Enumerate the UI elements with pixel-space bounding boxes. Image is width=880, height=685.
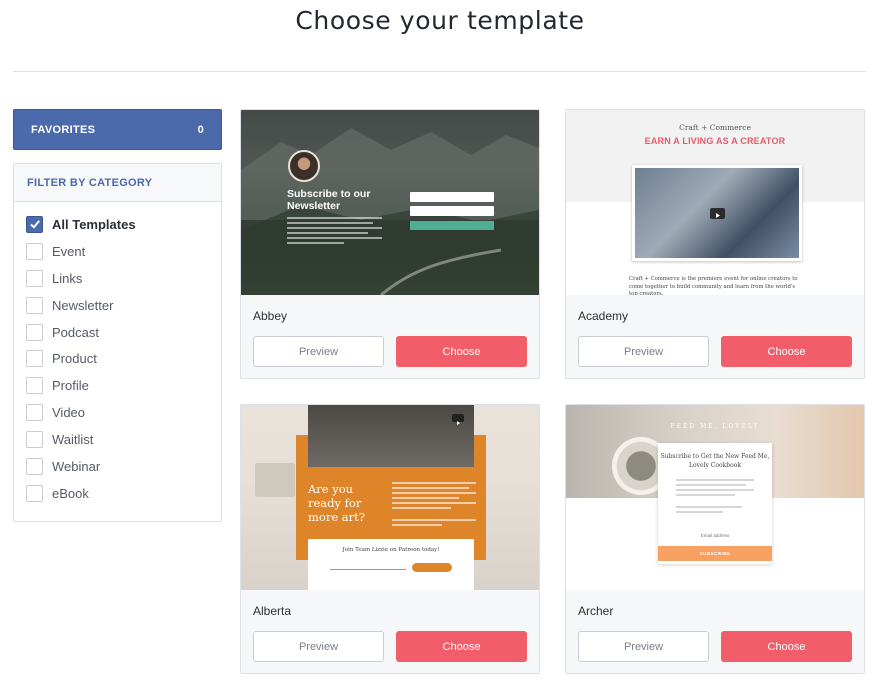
checkbox[interactable] (26, 377, 43, 395)
page-title: Choose your template (295, 6, 585, 35)
category-label: Podcast (52, 324, 99, 340)
category-label: Profile (52, 378, 89, 394)
category-list: All Templates Event Links Newsletter Pod… (14, 202, 221, 507)
thumb-subscribe-button: SUBSCRIBE (658, 546, 772, 561)
thumb-body: Craft + Commerce is the premiere event f… (629, 276, 798, 295)
category-label: eBook (52, 485, 89, 501)
category-event[interactable]: Event (14, 238, 221, 265)
thumb-signup-card: Subscribe to Get the New Feed Me, Lovely… (658, 443, 772, 564)
category-webinar[interactable]: Webinar (14, 453, 221, 480)
preview-button[interactable]: Preview (253, 336, 384, 367)
favorites-label: FAVORITES (31, 123, 96, 136)
preview-button[interactable]: Preview (578, 336, 709, 367)
category-label: Newsletter (52, 297, 114, 313)
avatar (288, 150, 320, 182)
video-thumbnail-image (308, 405, 474, 467)
checkbox[interactable] (26, 242, 43, 260)
thumb-heading: Subscribe to Get the New Feed Me, Lovely… (660, 453, 770, 469)
checkbox[interactable] (26, 404, 43, 422)
template-card-alberta: Are you ready for more art? Join Team Li… (240, 404, 540, 674)
checkbox[interactable] (26, 457, 43, 475)
category-waitlist[interactable]: Waitlist (14, 426, 221, 453)
thumb-body-lines (676, 479, 754, 516)
thumb-signup-form: Join Team Lizzie on Patreon today! (308, 539, 474, 590)
checkbox[interactable] (26, 296, 43, 314)
checkbox[interactable] (26, 323, 43, 341)
template-thumbnail[interactable]: Are you ready for more art? Join Team Li… (241, 405, 539, 590)
category-links[interactable]: Links (14, 265, 221, 292)
thumb-name-field (410, 192, 494, 202)
template-thumbnail[interactable]: Craft + Commerce EARN A LIVING AS A CREA… (566, 110, 864, 295)
category-newsletter[interactable]: Newsletter (14, 292, 221, 319)
laptop-image (255, 463, 295, 497)
check-icon (29, 220, 40, 230)
thumb-body-lines (287, 217, 382, 247)
thumb-submit (410, 221, 494, 230)
checkbox[interactable] (26, 431, 43, 449)
template-card-abbey: Subscribe to our Newsletter Abbey Previe… (240, 109, 540, 379)
choose-button[interactable]: Choose (396, 336, 527, 367)
favorites-button[interactable]: FAVORITES 0 (13, 109, 222, 150)
thumb-brand: FEED ME, LOVELY (670, 423, 760, 430)
thumb-heading: Are you ready for more art? (308, 482, 365, 524)
template-name: Archer (578, 604, 614, 618)
choose-button[interactable]: Choose (721, 631, 852, 662)
play-icon (710, 208, 725, 219)
thumb-email-field (410, 206, 494, 216)
thumb-heading: Subscribe to our Newsletter (287, 188, 371, 212)
thumb-form-input (330, 569, 406, 570)
template-card-academy: Craft + Commerce EARN A LIVING AS A CREA… (565, 109, 865, 379)
choose-button[interactable]: Choose (396, 631, 527, 662)
thumb-form-button (412, 563, 452, 572)
template-card-archer: FEED ME, LOVELY Subscribe to Get the New… (565, 404, 865, 674)
thumb-form-title: Join Team Lizzie on Patreon today! (342, 547, 440, 553)
category-profile[interactable]: Profile (14, 372, 221, 399)
favorites-count: 0 (197, 123, 204, 136)
play-icon (452, 414, 464, 425)
category-product[interactable]: Product (14, 345, 221, 372)
thumb-body-lines (392, 482, 476, 529)
category-label: Product (52, 351, 97, 367)
category-label: Waitlist (52, 432, 94, 448)
category-label: All Templates (52, 216, 136, 232)
category-label: Links (52, 270, 83, 286)
header-divider (13, 71, 866, 72)
checkbox[interactable] (26, 484, 43, 502)
template-name: Abbey (253, 309, 288, 323)
category-label: Webinar (52, 458, 101, 474)
category-all-templates[interactable]: All Templates (14, 211, 221, 238)
template-thumbnail[interactable]: FEED ME, LOVELY Subscribe to Get the New… (566, 405, 864, 590)
thumb-email-field: Email address (700, 533, 730, 538)
checkbox[interactable] (26, 350, 43, 368)
preview-button[interactable]: Preview (253, 631, 384, 662)
category-filter-panel: FILTER BY CATEGORY All Templates Event L… (13, 163, 222, 522)
checkbox[interactable] (26, 269, 43, 287)
template-thumbnail[interactable]: Subscribe to our Newsletter (241, 110, 539, 295)
thumb-kicker: Craft + Commerce (679, 123, 751, 132)
category-ebook[interactable]: eBook (14, 480, 221, 507)
category-label: Video (52, 405, 86, 421)
category-podcast[interactable]: Podcast (14, 319, 221, 346)
template-name: Alberta (253, 604, 292, 618)
filter-heading: FILTER BY CATEGORY (14, 164, 221, 202)
video-thumbnail-image (632, 165, 802, 261)
checkbox-checked[interactable] (26, 215, 43, 233)
category-video[interactable]: Video (14, 399, 221, 426)
category-label: Event (52, 243, 86, 259)
thumb-heading: EARN A LIVING AS A CREATOR (644, 136, 786, 146)
choose-button[interactable]: Choose (721, 336, 852, 367)
preview-button[interactable]: Preview (578, 631, 709, 662)
template-name: Academy (578, 309, 629, 323)
